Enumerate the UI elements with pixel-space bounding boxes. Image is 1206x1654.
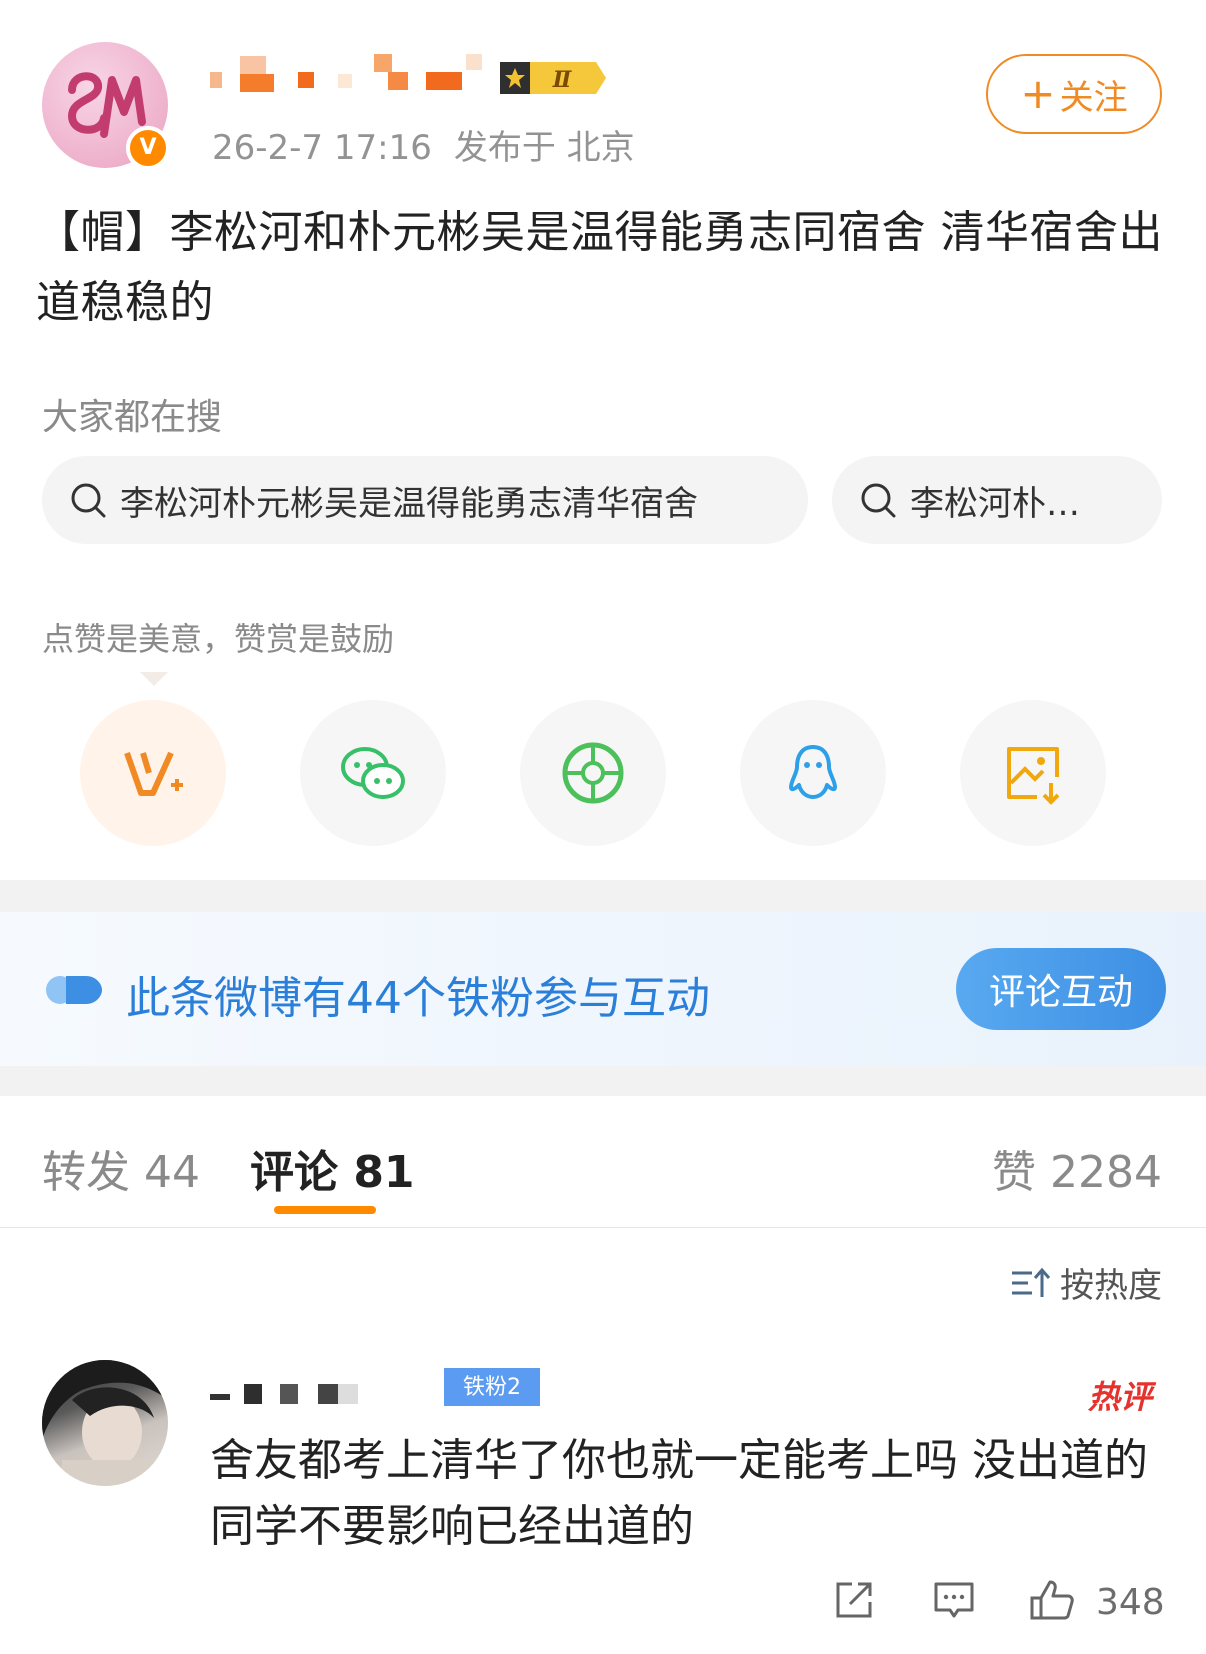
- fans-banner-icon: [46, 976, 102, 1004]
- reply-comment-button[interactable]: [930, 1576, 978, 1628]
- comment-actions: 348: [0, 1570, 1206, 1634]
- commenter-avatar[interactable]: [42, 1360, 168, 1486]
- save-image-button[interactable]: [960, 700, 1106, 846]
- post-meta: 26-2-7 17:16 发布于 北京: [212, 120, 635, 169]
- comment-like-count: 348: [1096, 1582, 1165, 1623]
- share-moments-button[interactable]: [520, 700, 666, 846]
- active-tab-indicator: [274, 1206, 376, 1214]
- share-icon: [836, 1582, 872, 1618]
- sort-label: 按热度: [1060, 1266, 1162, 1306]
- reward-label: 点赞是美意，赞赏是鼓励: [42, 620, 395, 658]
- tab-repost[interactable]: 转发 44: [42, 1136, 200, 1200]
- share-wechat-button[interactable]: [300, 700, 446, 846]
- sort-button[interactable]: 按热度: [1010, 1258, 1162, 1307]
- fan-level-badge: 铁粉2: [444, 1368, 540, 1406]
- reward-button[interactable]: [80, 700, 226, 846]
- share-qq-button[interactable]: [740, 700, 886, 846]
- search-icon: [861, 483, 896, 518]
- commenter-name-pixelated[interactable]: [210, 1378, 370, 1406]
- thumbs-up-icon: [1030, 1580, 1074, 1620]
- search-chip-label: 李松河朴元彬吴是温得能勇志清华宿舍: [120, 483, 698, 524]
- section-divider: [0, 880, 1206, 912]
- plus-icon: +: [1020, 69, 1056, 118]
- like-comment-button[interactable]: [1028, 1576, 1076, 1628]
- wechat-icon: [341, 747, 405, 799]
- fans-banner-text: 此条微博有44个铁粉参与互动: [126, 973, 710, 1024]
- search-section-label: 大家都在搜: [42, 397, 223, 438]
- post-tabs: 转发 44 评论 81 赞 2284: [0, 1096, 1206, 1228]
- follow-button[interactable]: + 关注: [986, 54, 1162, 134]
- follow-label: 关注: [1059, 77, 1128, 118]
- moments-icon: [562, 742, 624, 804]
- tab-like[interactable]: 赞 2284: [992, 1136, 1162, 1200]
- author-avatar[interactable]: V: [42, 42, 170, 170]
- post-header: V Ⅱ 26-2-7 17:16 发布于 北京 + 关注: [0, 0, 1206, 180]
- save-image-icon: [1007, 747, 1060, 805]
- comment-interact-button[interactable]: 评论互动: [956, 948, 1166, 1030]
- svg-text:Ⅱ: Ⅱ: [552, 67, 573, 93]
- tooltip-arrow: [140, 672, 168, 686]
- search-icon: [71, 483, 106, 518]
- post-timestamp: 26-2-7 17:16: [212, 128, 432, 168]
- repost-comment-button[interactable]: [830, 1576, 878, 1628]
- search-chip-2[interactable]: 李松河朴…: [832, 456, 1162, 544]
- comment-text: 舍友都考上清华了你也就一定能考上吗 没出道的同学不要影响已经出道的: [210, 1435, 1148, 1552]
- share-row: [0, 700, 1206, 846]
- level-badge-icon: Ⅱ: [500, 62, 606, 94]
- tab-comment[interactable]: 评论 81: [250, 1136, 415, 1200]
- search-chip-1[interactable]: 李松河朴元彬吴是温得能勇志清华宿舍: [42, 456, 808, 544]
- post-text: 【帽】李松河和朴元彬吴是温得能勇志同宿舍 清华宿舍出道稳稳的: [36, 207, 1163, 328]
- search-chip-label: 李松河朴…: [910, 483, 1080, 524]
- post-location: 发布于 北京: [453, 128, 635, 168]
- verified-badge-icon: V: [126, 126, 170, 170]
- qq-icon: [789, 745, 837, 799]
- hot-comment-tag: 热评: [1087, 1378, 1152, 1416]
- sort-icon: [1012, 1267, 1050, 1297]
- v-reward-icon: [124, 751, 183, 796]
- section-divider: [0, 1066, 1206, 1096]
- comment-icon: [934, 1582, 974, 1618]
